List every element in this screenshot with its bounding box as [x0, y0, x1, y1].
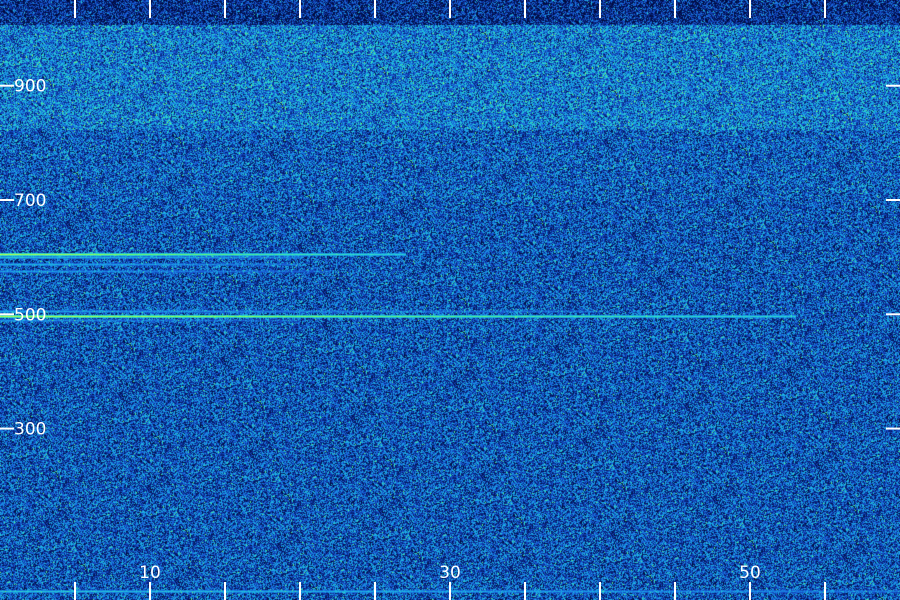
axis-overlay: 10 30 50 300 500 700 900: [0, 0, 900, 600]
x-tick-label: 50: [739, 563, 761, 583]
y-tick-label: 300: [14, 420, 46, 440]
y-tick-labels: 300 500 700 900: [14, 77, 46, 440]
y-tick-label: 500: [14, 305, 46, 325]
x-tick-labels: 10 30 50: [139, 563, 761, 583]
y-tick-label: 900: [14, 77, 46, 97]
y-tick-marks: [0, 84, 900, 430]
y-tick-label: 700: [14, 191, 46, 211]
x-tick-marks: [74, 0, 826, 600]
x-tick-label: 30: [439, 563, 461, 583]
x-tick-label: 10: [139, 563, 161, 583]
